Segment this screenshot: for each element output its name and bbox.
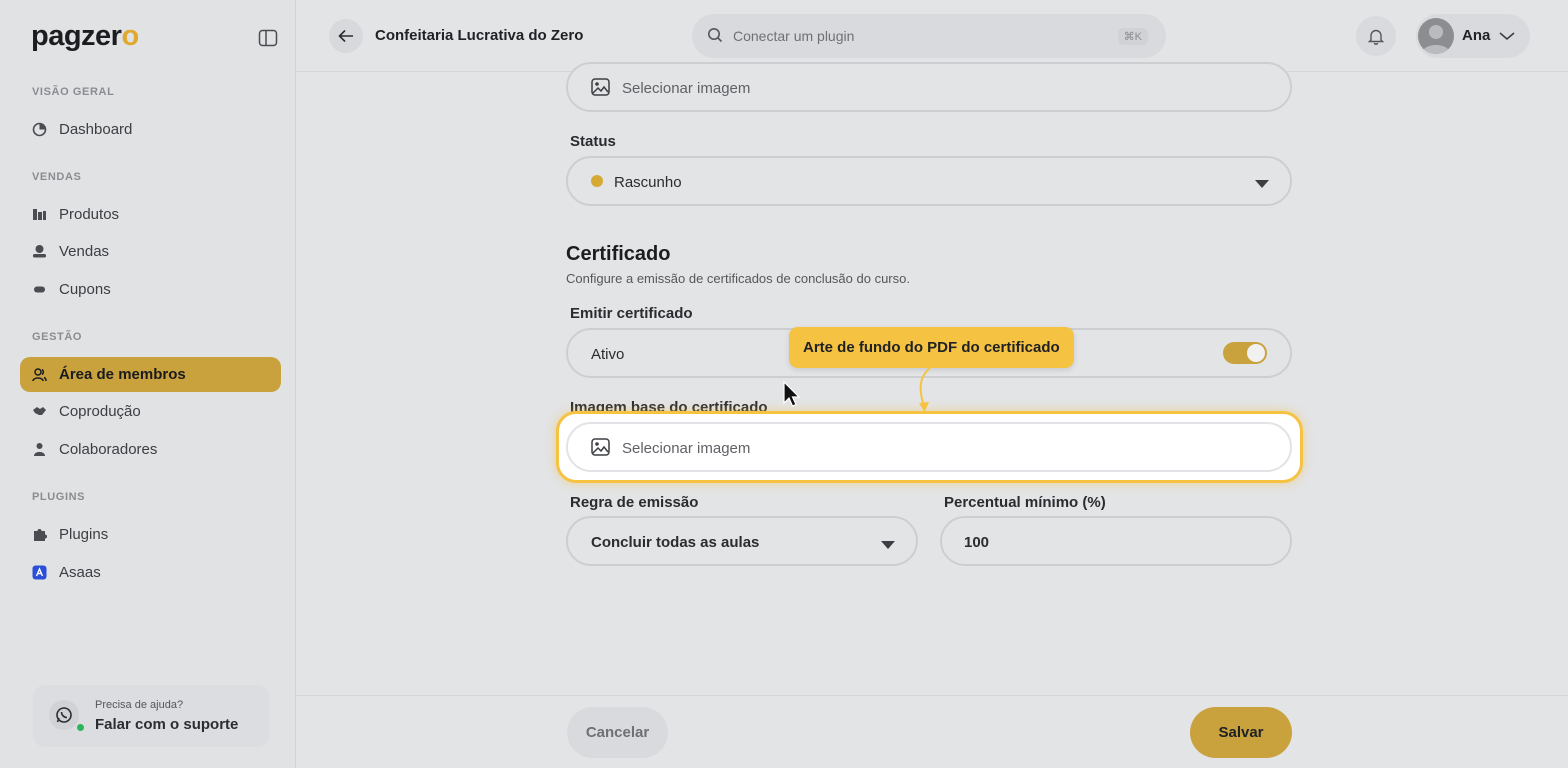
certificate-heading: Certificado [566, 243, 671, 265]
sidebar-item-colaboradores[interactable]: Colaboradores [20, 432, 281, 467]
section-label-visao-geral: VISÃO GERAL [32, 86, 115, 98]
form-footer [296, 695, 1568, 768]
sidebar-item-dashboard[interactable]: Dashboard [20, 112, 281, 147]
sidebar-item-coproducao[interactable]: Coprodução [20, 394, 281, 429]
sidebar-item-cupons[interactable]: Cupons [20, 272, 281, 307]
arrow-left-icon [338, 29, 353, 43]
sidebar-item-label: Área de membros [59, 366, 186, 383]
sidebar-item-label: Produtos [59, 206, 120, 223]
mouse-cursor-icon [783, 381, 801, 407]
caret-down-icon [1254, 176, 1270, 194]
dashboard-icon [32, 122, 47, 137]
emit-certificate-label: Emitir certificado [570, 305, 693, 322]
whatsapp-icon [49, 700, 79, 730]
notifications-button[interactable] [1356, 16, 1396, 56]
top-image-placeholder: Selecionar imagem [622, 80, 751, 97]
page-title: Confeitaria Lucrativa do Zero [375, 27, 584, 44]
search-shortcut-badge: ⌘K [1117, 28, 1148, 45]
emit-certificate-value: Ativo [591, 346, 625, 363]
sidebar-item-label: Vendas [59, 243, 110, 260]
image-icon [591, 78, 610, 101]
certificate-subtitle: Configure a emissão de certificados de c… [566, 271, 910, 286]
sidebar-item-plugins[interactable]: Plugins [20, 517, 281, 552]
online-status-dot [77, 724, 84, 731]
section-label-plugins: PLUGINS [32, 491, 86, 503]
caret-down-icon [880, 537, 896, 555]
members-icon [32, 367, 47, 382]
sidebar-item-label: Plugins [59, 526, 109, 543]
min-percent-label: Percentual mínimo (%) [944, 494, 1106, 511]
emit-certificate-toggle[interactable] [1223, 342, 1267, 364]
status-value: Rascunho [614, 174, 682, 191]
bell-icon [1368, 29, 1384, 45]
sidebar-item-label: Colaboradores [59, 441, 158, 458]
toggle-knob [1247, 344, 1265, 362]
sidebar-item-asaas[interactable]: Asaas [20, 555, 281, 590]
section-label-vendas: VENDAS [32, 171, 82, 183]
search-icon [707, 27, 723, 48]
puzzle-icon [32, 527, 47, 542]
status-dot [591, 175, 603, 187]
sidebar: pagzero VISÃO GERAL Dashboard VENDAS Pro… [0, 0, 296, 768]
sidebar-item-label: Coprodução [59, 403, 141, 420]
tooltip-callout: Arte de fundo do PDF do certificado [789, 327, 1074, 368]
user-name: Ana [1462, 27, 1491, 44]
status-label: Status [570, 133, 616, 150]
support-question: Precisa de ajuda? [95, 699, 184, 711]
sidebar-item-vendas[interactable]: Vendas [20, 234, 281, 269]
base-image-placeholder: Selecionar imagem [622, 440, 751, 457]
section-label-gestao: GESTÃO [32, 331, 83, 343]
sidebar-item-label: Cupons [59, 281, 111, 298]
sidebar-collapse-icon[interactable] [258, 29, 278, 47]
sidebar-item-area-de-membros[interactable]: Área de membros [20, 357, 281, 392]
sidebar-item-produtos[interactable]: Produtos [20, 197, 281, 232]
back-button[interactable] [329, 19, 363, 53]
avatar [1418, 18, 1454, 54]
pagzero-logo[interactable]: pagzero [31, 20, 139, 53]
save-button[interactable]: Salvar [1190, 707, 1292, 758]
sidebar-item-label: Dashboard [59, 121, 133, 138]
search-placeholder: Conectar um plugin [733, 28, 855, 44]
plugin-search-input[interactable]: Conectar um plugin ⌘K [692, 14, 1166, 58]
handshake-icon [32, 404, 47, 419]
asaas-icon [32, 565, 47, 580]
sidebar-item-label: Asaas [59, 564, 101, 581]
person-icon [32, 442, 47, 457]
coupon-icon [32, 282, 47, 297]
min-percent-value: 100 [964, 534, 990, 551]
support-card[interactable]: Precisa de ajuda? Falar com o suporte [33, 685, 269, 747]
tooltip-connector-arrow [919, 367, 931, 412]
support-link[interactable]: Falar com o suporte [95, 716, 238, 733]
sales-icon [32, 244, 47, 259]
products-icon [32, 207, 47, 222]
image-icon [591, 438, 610, 461]
rule-value: Concluir todas as aulas [591, 534, 760, 551]
user-menu[interactable]: Ana [1416, 14, 1530, 58]
cancel-button[interactable]: Cancelar [567, 707, 668, 758]
rule-label: Regra de emissão [570, 494, 699, 511]
min-percent-input[interactable] [940, 516, 1292, 566]
tooltip-text: Arte de fundo do PDF do certificado [803, 339, 1060, 356]
chevron-down-icon [1498, 28, 1516, 49]
